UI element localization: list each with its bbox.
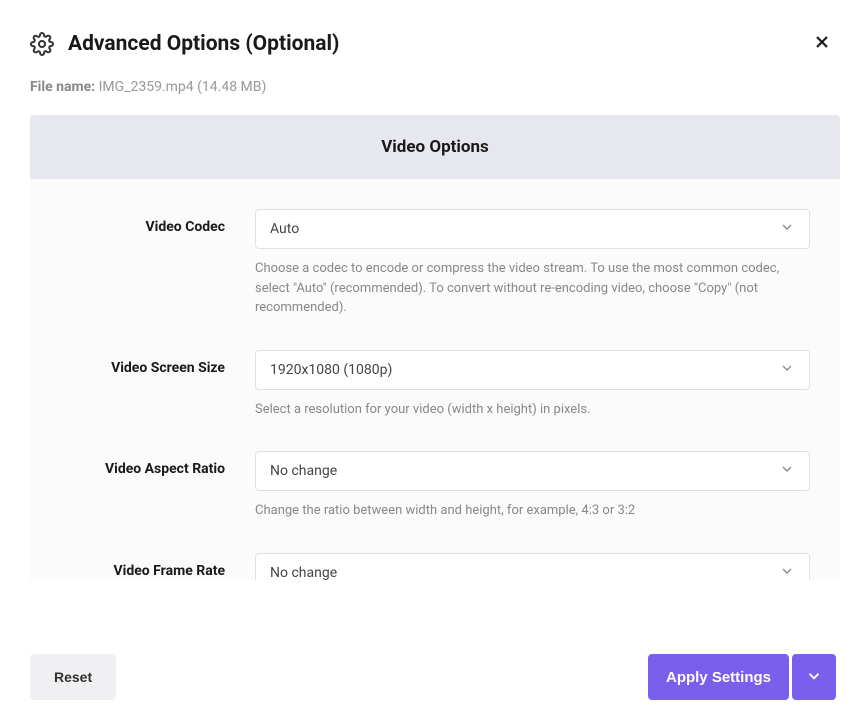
chevron-down-icon <box>779 563 795 581</box>
select-value: Auto <box>270 221 779 237</box>
gear-icon <box>30 32 54 56</box>
file-name-value: IMG_2359.mp4 (14.48 MB) <box>99 79 267 95</box>
chevron-down-icon <box>779 219 795 239</box>
file-name-label: File name: <box>30 79 95 95</box>
help-text: Select a resolution for your video (widt… <box>255 400 810 420</box>
select-value: 1920x1080 (1080p) <box>270 362 779 378</box>
help-text: Change the ratio between width and heigh… <box>255 501 810 521</box>
dialog-footer: Reset Apply Settings <box>0 626 866 728</box>
option-row-screen-size: Video Screen Size 1920x1080 (1080p) Sele… <box>60 350 810 420</box>
option-control: No change Change the ratio between width… <box>255 451 810 521</box>
section-header: Video Options <box>30 115 840 179</box>
apply-dropdown-button[interactable] <box>792 654 836 700</box>
video-screen-size-select[interactable]: 1920x1080 (1080p) <box>255 350 810 390</box>
video-frame-rate-select[interactable]: No change <box>255 553 810 581</box>
option-label: Video Frame Rate <box>60 553 255 581</box>
video-codec-select[interactable]: Auto <box>255 209 810 249</box>
option-label: Video Screen Size <box>60 350 255 420</box>
chevron-down-icon <box>805 667 823 688</box>
options-content: Video Options Video Codec Auto Choose a … <box>30 115 856 580</box>
file-info: File name: IMG_2359.mp4 (14.48 MB) <box>0 79 866 115</box>
help-text: Choose a codec to encode or compress the… <box>255 259 810 318</box>
option-row-codec: Video Codec Auto Choose a codec to encod… <box>60 209 810 318</box>
options-scroll-area[interactable]: Video Options Video Codec Auto Choose a … <box>0 115 866 580</box>
apply-button-group: Apply Settings <box>648 654 836 700</box>
dialog-title: Advanced Options (Optional) <box>68 32 339 56</box>
video-aspect-ratio-select[interactable]: No change <box>255 451 810 491</box>
option-label: Video Codec <box>60 209 255 318</box>
option-row-aspect-ratio: Video Aspect Ratio No change Change the … <box>60 451 810 521</box>
close-icon <box>812 32 832 55</box>
option-control: Auto Choose a codec to encode or compres… <box>255 209 810 318</box>
apply-settings-button[interactable]: Apply Settings <box>648 654 789 700</box>
chevron-down-icon <box>779 461 795 481</box>
chevron-down-icon <box>779 360 795 380</box>
section-body: Video Codec Auto Choose a codec to encod… <box>30 179 840 580</box>
reset-button[interactable]: Reset <box>30 654 116 700</box>
option-control: 1920x1080 (1080p) Select a resolution fo… <box>255 350 810 420</box>
option-control: No change Change FPS (frames per second)… <box>255 553 810 581</box>
select-value: No change <box>270 565 779 581</box>
close-button[interactable] <box>808 28 836 59</box>
select-value: No change <box>270 463 779 479</box>
header-left: Advanced Options (Optional) <box>30 32 339 56</box>
option-row-frame-rate: Video Frame Rate No change Change FPS (f… <box>60 553 810 581</box>
dialog-header: Advanced Options (Optional) <box>0 0 866 79</box>
option-label: Video Aspect Ratio <box>60 451 255 521</box>
